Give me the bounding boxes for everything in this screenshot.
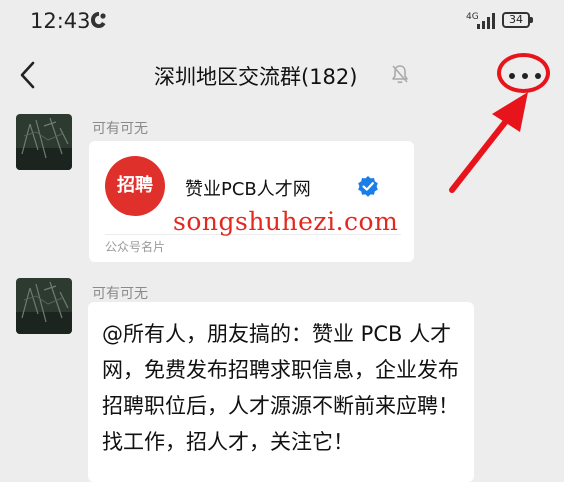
back-button[interactable] — [14, 58, 44, 92]
annotation-arrow — [449, 92, 528, 193]
status-time: 12:43 — [30, 9, 91, 33]
message-bubble[interactable]: @所有人，朋友搞的：赞业 PCB 人才网，免费发布招聘求职信息，企业发布招聘职位… — [88, 302, 474, 482]
signal-icon — [476, 12, 496, 34]
card-logo: 招聘 — [105, 156, 165, 216]
contact-card[interactable]: 招聘 赞业PCB人才网 公众号名片 — [89, 141, 414, 262]
watermark-text: songshuhezi.com — [173, 207, 399, 236]
sender-avatar[interactable] — [16, 114, 72, 170]
mute-bell-icon — [390, 63, 410, 89]
message-text: @所有人，朋友搞的：赞业 PCB 人才网，免费发布招聘求职信息，企业发布招聘职位… — [102, 322, 459, 454]
status-bar: 12:43 4G 34 — [0, 0, 564, 44]
chevron-left-icon — [20, 61, 35, 89]
chat-title: 深圳地区交流群(182) — [154, 65, 358, 89]
verified-badge-icon — [357, 175, 379, 201]
app-notification-icon — [90, 11, 108, 33]
battery-tip — [530, 17, 533, 23]
card-account-name: 赞业PCB人才网 — [185, 179, 311, 200]
sender-avatar[interactable] — [16, 278, 72, 334]
sender-name: 可有可无 — [92, 286, 148, 302]
battery-level: 34 — [509, 13, 523, 26]
card-type-label: 公众号名片 — [105, 240, 166, 254]
sender-name: 可有可无 — [92, 121, 148, 137]
battery-icon: 34 — [502, 12, 530, 28]
